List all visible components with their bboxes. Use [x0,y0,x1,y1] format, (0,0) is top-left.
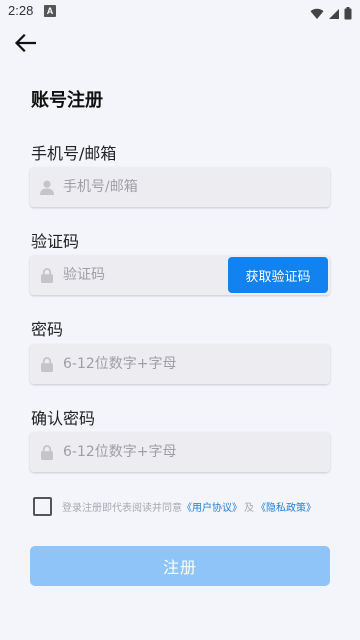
lock-icon [39,356,55,372]
arrow-left-icon [14,33,37,56]
agreement-checkbox[interactable] [33,497,52,516]
get-code-button[interactable]: 获取验证码 [228,257,328,293]
password-input[interactable] [63,356,243,372]
back-button[interactable] [8,30,42,60]
page-title: 账号注册 [31,90,103,111]
confirm-password-input-box[interactable] [30,432,330,472]
register-button[interactable]: 注册 [30,546,330,586]
account-input-box[interactable] [30,167,330,207]
status-indicators [310,5,352,24]
battery-icon [344,5,352,24]
code-label: 验证码 [31,232,80,251]
confirm-password-input[interactable] [63,444,243,460]
wifi-icon [310,5,324,24]
user-agreement-link[interactable]: 《用户协议》 [182,499,242,514]
lock-icon [39,444,55,460]
status-bar: 2:28 A [0,0,360,24]
confirm-password-label: 确认密码 [31,409,96,428]
notification-a-icon: A [44,5,56,17]
password-input-box[interactable] [30,344,330,384]
status-time: 2:28 [8,3,34,18]
account-label: 手机号/邮箱 [31,144,117,163]
agreement-conjunction: 及 [244,503,254,514]
privacy-policy-link[interactable]: 《隐私政策》 [256,499,316,514]
agreement-text: 登录注册即代表阅读并同意 [62,503,182,514]
register-screen: 2:28 A 账号注册 手机号/邮箱 手机号/邮箱 验证码 验证码 获取验证码 … [0,0,360,640]
password-label: 密码 [31,320,64,339]
user-icon [39,179,55,195]
signal-icon [328,5,340,24]
agreement-row: 登录注册即代表阅读并同意 《用户协议》 及 《隐私政策》 [33,497,316,516]
code-input[interactable] [63,267,243,283]
code-input-box[interactable]: 获取验证码 [30,255,330,295]
lock-icon [39,267,55,283]
account-input[interactable] [63,179,243,195]
